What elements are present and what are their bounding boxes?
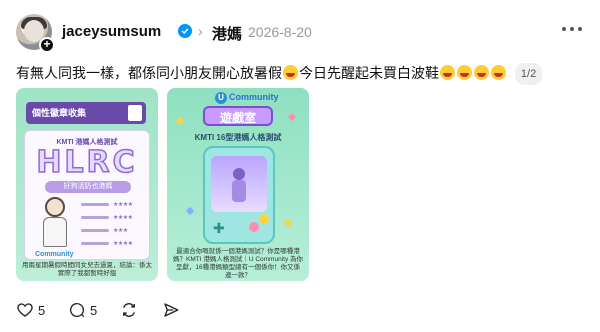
post-text: 有無人同我一樣，都係同小朋友開心放暑假 今日先醒起未買白波鞋 1/2 <box>16 63 543 85</box>
laugh-emoji-icon <box>440 65 455 80</box>
share-button[interactable] <box>162 300 180 320</box>
post-header: + jaceysumsum › 港媽 2026-8-20 <box>16 14 584 54</box>
sparkle-icon <box>283 218 293 228</box>
repost-button[interactable] <box>120 300 138 320</box>
sparkle-icon <box>185 206 195 216</box>
character-illustration <box>35 197 75 249</box>
u-logo-icon: U <box>215 92 227 104</box>
repost-icon <box>123 303 135 317</box>
grin-emoji-icon <box>283 65 298 80</box>
share-icon <box>164 303 179 317</box>
post-date: 2026-8-20 <box>248 24 312 40</box>
notebook-icon <box>128 105 142 121</box>
verified-icon <box>178 24 192 38</box>
heart-icon <box>17 303 33 317</box>
card2-subtitle: KMTI 16型港媽人格測試 <box>194 133 282 142</box>
sparkle-icon <box>175 116 185 126</box>
game-device-illustration: ✚ <box>203 146 275 244</box>
laugh-emoji-icon <box>491 65 506 80</box>
stats-list: ★★★★ ★★★★ ★★★ ★★★★ <box>81 199 145 251</box>
comment-button[interactable]: 5 <box>68 300 97 320</box>
avatar-figure <box>231 168 247 204</box>
post-text-main: 有無人同我一樣，都係同小朋友開心放暑假 <box>16 65 282 81</box>
comment-icon <box>69 302 85 318</box>
card1-footer: 用兩星期暑假時間同女兒去過夏，結論：係太實際了我都暫時好搵 <box>22 262 152 277</box>
action-bar: 5 5 <box>16 300 216 322</box>
media-counter: 1/2 <box>514 63 543 85</box>
follow-plus-icon[interactable]: + <box>39 37 55 53</box>
sparkle-icon <box>287 112 297 122</box>
star-icon: ★★★★ <box>113 214 133 221</box>
post-text-cont: 今日先醒起未買白波鞋 <box>299 65 439 81</box>
chevron-right-icon: › <box>198 23 203 39</box>
card2-footer: 最適合你嘅就係一個港媽測試？你是哪種港媽？KMTI 港媽人格測試｜U Commu… <box>173 248 304 279</box>
card1-brand: Community <box>35 251 74 258</box>
card2-title: 遊戲室 <box>203 106 273 126</box>
media-image-1[interactable]: 個性徽章收集 KMTI 港媽人格測試 HLRC 好狗活奶也港媽 ★★★★ ★★★… <box>16 88 158 281</box>
like-button[interactable]: 5 <box>16 300 45 320</box>
star-icon: ★★★★ <box>113 240 133 247</box>
card1-tag: 好狗活奶也港媽 <box>45 181 131 193</box>
card1-panel: KMTI 港媽人格測試 HLRC 好狗活奶也港媽 ★★★★ ★★★★ ★★★ ★… <box>24 130 150 260</box>
like-count: 5 <box>38 302 46 318</box>
dpad-icon: ✚ <box>213 220 225 236</box>
star-icon: ★★★★ <box>113 201 133 208</box>
laugh-emoji-icon <box>457 65 472 80</box>
star-icon: ★★★ <box>113 227 128 234</box>
more-icon[interactable] <box>560 18 584 38</box>
topic-tag[interactable]: 港媽 <box>212 23 242 44</box>
card1-big-letters: HLRC <box>36 144 138 181</box>
laugh-emoji-icon <box>474 65 489 80</box>
comment-count: 5 <box>90 302 98 318</box>
card2-logo: U Community <box>215 92 279 104</box>
username[interactable]: jaceysumsum <box>62 23 161 40</box>
media-image-2[interactable]: U Community 遊戲室 KMTI 16型港媽人格測試 ✚ 最適合你嘅就係一… <box>167 88 309 281</box>
